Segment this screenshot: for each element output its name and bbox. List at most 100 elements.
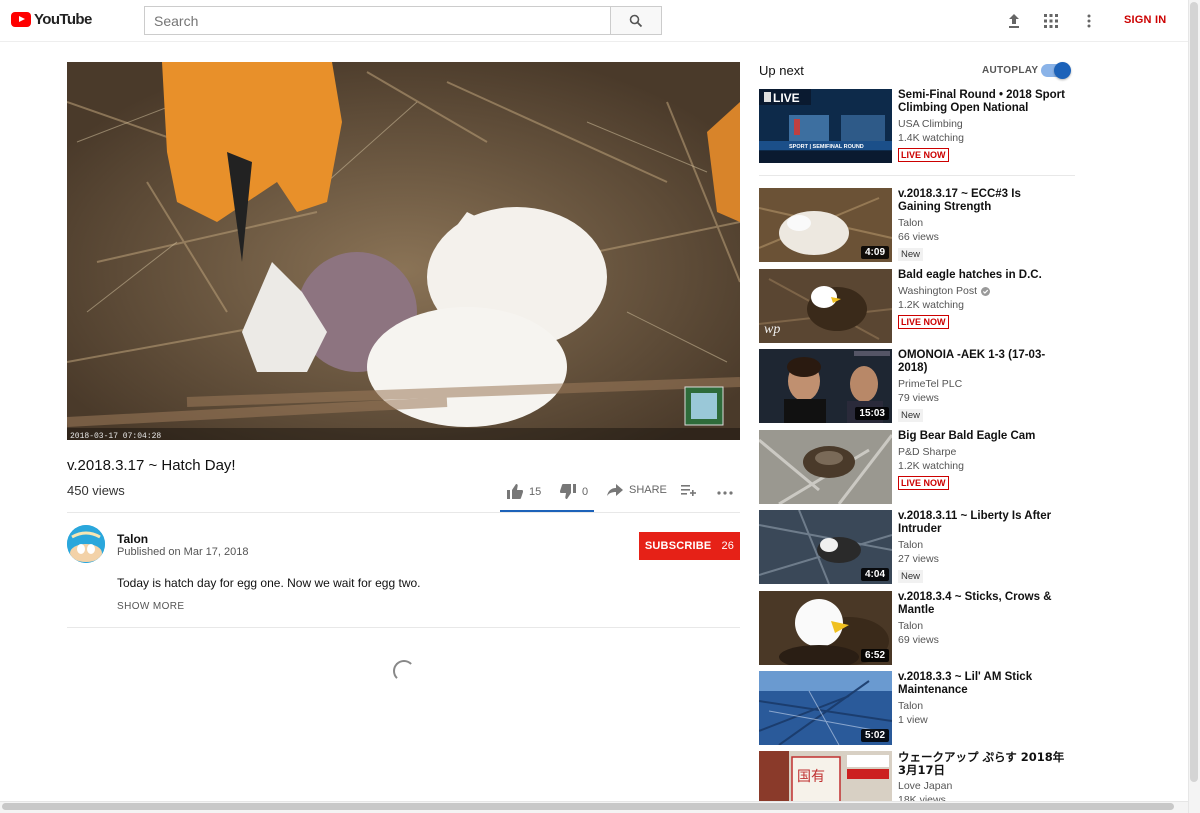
video-channel: Talon	[898, 700, 924, 712]
up-next-heading: Up next	[759, 63, 804, 78]
up-next-video[interactable]: 4:09 v.2018.3.17 ~ ECC#3 Is Gaining Stre…	[759, 188, 1075, 264]
video-thumbnail[interactable]: wp	[759, 269, 892, 343]
video-stat: 18K views	[898, 794, 946, 801]
live-thumb-text: LIVE	[773, 91, 800, 105]
video-title[interactable]: OMONOIA -AEK 1-3 (17-03-2018)	[898, 349, 1066, 375]
overlay-timestamp: 2018-03-17 07:04:28	[70, 432, 161, 440]
video-title[interactable]: Semi-Final Round • 2018 Sport Climbing O…	[898, 89, 1066, 115]
video-channel: Washington Post	[898, 285, 977, 297]
divider	[759, 175, 1075, 176]
video-title[interactable]: v.2018.3.17 ~ ECC#3 Is Gaining Strength	[898, 188, 1066, 214]
share-icon	[607, 484, 623, 496]
masthead: YouTube SIGN IN	[0, 0, 1188, 42]
youtube-logo[interactable]: YouTube	[11, 11, 92, 28]
video-duration: 6:52	[860, 649, 889, 662]
thumbs-down-icon	[560, 484, 576, 499]
video-stat: 1 view	[898, 714, 928, 726]
sign-in-button[interactable]: SIGN IN	[1124, 14, 1166, 26]
video-thumbnail[interactable]: 4:09	[759, 188, 892, 262]
svg-text:wp: wp	[764, 322, 780, 337]
thumbs-up-icon	[507, 484, 523, 499]
new-badge: New	[898, 248, 924, 261]
video-stat: 27 views	[898, 553, 939, 565]
up-next-video[interactable]: 15:03 OMONOIA -AEK 1-3 (17-03-2018) Prim…	[759, 349, 1075, 425]
video-stat: 69 views	[898, 634, 939, 646]
more-actions-button[interactable]	[717, 484, 733, 498]
subscribe-button[interactable]: SUBSCRIBE 26	[639, 532, 740, 560]
video-thumbnail[interactable]: 6:52	[759, 591, 892, 665]
video-title[interactable]: Bald eagle hatches in D.C.	[898, 269, 1066, 282]
video-channel: USA Climbing	[898, 118, 963, 130]
more-vert-icon[interactable]	[1079, 11, 1099, 31]
video-title[interactable]: Big Bear Bald Eagle Cam	[898, 430, 1066, 443]
up-next-video[interactable]: 国有 ウェークアップ ぷらす 2018年3月17日 Love Japan 18K…	[759, 751, 1075, 801]
video-thumbnail[interactable]: 4:04	[759, 510, 892, 584]
video-channel: Love Japan	[898, 780, 953, 792]
video-thumbnail[interactable]: 国有	[759, 751, 892, 801]
up-next-video[interactable]: wp Bald eagle hatches in D.C. Washington…	[759, 269, 1075, 345]
playlist-add-icon	[681, 485, 696, 496]
autoplay-label: AUTOPLAY	[982, 65, 1039, 76]
video-thumbnail[interactable]: LIVE SPORT | SEMIFINAL ROUND	[759, 89, 892, 163]
video-stat: 1.2K watching	[898, 460, 964, 472]
loading-spinner-icon	[393, 660, 415, 682]
video-stat: 79 views	[898, 392, 939, 404]
video-thumbnail[interactable]	[759, 430, 892, 504]
video-channel: Talon	[898, 620, 924, 632]
live-now-badge: LIVE NOW	[898, 315, 949, 329]
video-channel: PrimeTel PLC	[898, 378, 963, 390]
share-button[interactable]: SHARE	[607, 484, 667, 496]
like-button[interactable]: 15	[507, 484, 541, 499]
video-duration: 4:09	[860, 246, 889, 259]
vertical-scrollbar-thumb[interactable]	[1190, 2, 1198, 782]
video-player[interactable]: 2018-03-17 07:04:28	[67, 62, 740, 440]
video-frame: 2018-03-17 07:04:28	[67, 62, 740, 440]
video-title[interactable]: v.2018.3.4 ~ Sticks, Crows & Mantle	[898, 591, 1066, 617]
view-count: 450 views	[67, 483, 125, 498]
youtube-play-icon	[11, 12, 31, 27]
like-count: 15	[529, 485, 542, 498]
search-icon	[629, 14, 643, 27]
video-stat: 66 views	[898, 231, 939, 243]
new-badge: New	[898, 409, 924, 422]
autoplay-toggle-knob[interactable]	[1054, 62, 1071, 79]
verified-icon	[981, 286, 990, 296]
video-stat: 1.2K watching	[898, 299, 964, 311]
live-now-badge: LIVE NOW	[898, 476, 949, 490]
new-badge: New	[898, 570, 924, 583]
video-thumbnail[interactable]: 5:02	[759, 671, 892, 745]
add-to-playlist-button[interactable]	[681, 484, 696, 496]
upload-icon[interactable]	[1004, 11, 1024, 31]
video-channel: Talon	[898, 217, 924, 229]
video-duration: 5:02	[860, 729, 889, 742]
up-next-video[interactable]: LIVE SPORT | SEMIFINAL ROUND Semi-Final …	[759, 89, 1075, 165]
svg-text:国有: 国有	[797, 769, 825, 785]
show-more-button[interactable]: SHOW MORE	[117, 601, 185, 612]
divider	[67, 627, 740, 628]
channel-avatar[interactable]	[67, 525, 105, 563]
video-description: Today is hatch day for egg one. Now we w…	[117, 576, 421, 590]
video-channel: P&D Sharpe	[898, 446, 957, 458]
channel-name[interactable]: Talon	[117, 532, 148, 546]
video-title: v.2018.3.17 ~ Hatch Day!	[67, 457, 236, 474]
video-duration: 4:04	[860, 568, 889, 581]
dislike-button[interactable]: 0	[560, 484, 588, 499]
up-next-video[interactable]: Big Bear Bald Eagle Cam P&D Sharpe 1.2K …	[759, 430, 1075, 506]
up-next-video[interactable]: 5:02 v.2018.3.3 ~ Lil' AM Stick Maintena…	[759, 671, 1075, 747]
apps-grid-icon[interactable]	[1041, 11, 1061, 31]
search-input[interactable]	[144, 6, 611, 35]
up-next-video[interactable]: 6:52 v.2018.3.4 ~ Sticks, Crows & Mantle…	[759, 591, 1075, 667]
video-title[interactable]: v.2018.3.3 ~ Lil' AM Stick Maintenance	[898, 671, 1066, 697]
thumb-caption: SPORT | SEMIFINAL ROUND	[789, 144, 864, 150]
video-title[interactable]: ウェークアップ ぷらす 2018年3月17日	[898, 751, 1066, 777]
video-title[interactable]: v.2018.3.11 ~ Liberty Is After Intruder	[898, 510, 1066, 536]
search-button[interactable]	[610, 6, 662, 35]
up-next-video[interactable]: 4:04 v.2018.3.11 ~ Liberty Is After Intr…	[759, 510, 1075, 586]
video-duration: 15:03	[855, 407, 889, 420]
more-horiz-icon	[717, 491, 733, 495]
publish-date: Published on Mar 17, 2018	[117, 546, 249, 558]
subscribe-label: SUBSCRIBE	[644, 540, 712, 552]
horizontal-scrollbar-thumb[interactable]	[2, 803, 1174, 810]
dislike-count: 0	[582, 485, 589, 498]
video-thumbnail[interactable]: 15:03	[759, 349, 892, 423]
